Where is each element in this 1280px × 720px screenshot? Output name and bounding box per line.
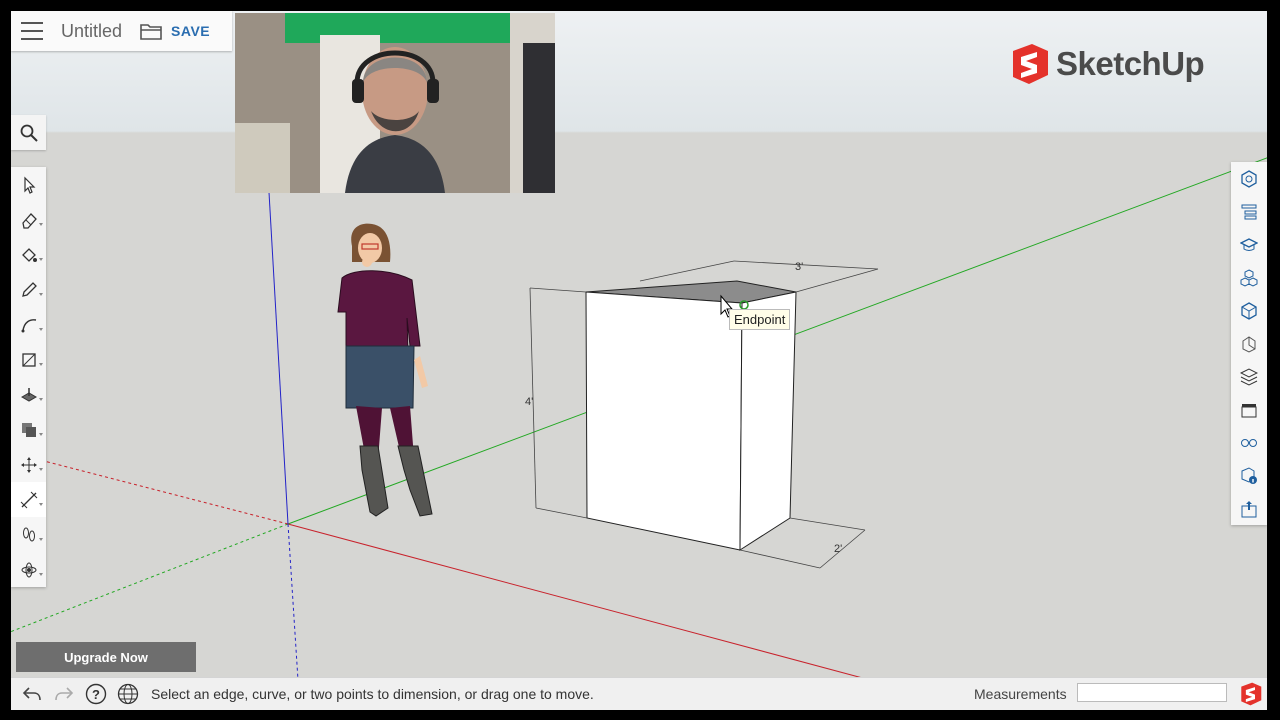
- outliner-button[interactable]: [1231, 196, 1267, 229]
- sketchup-small-logo-icon[interactable]: [1239, 682, 1263, 706]
- redo-button[interactable]: [53, 683, 75, 705]
- styles-icon: [1242, 336, 1256, 353]
- push-pull-icon: [20, 387, 37, 402]
- upgrade-now-button[interactable]: Upgrade Now: [16, 642, 196, 672]
- select-tool-button[interactable]: [11, 167, 46, 202]
- offset-icon: [21, 422, 36, 437]
- box-side-face: [739, 291, 797, 551]
- width-dimension-label: 3': [795, 261, 804, 273]
- paint-icon: [21, 247, 37, 262]
- webcam-overlay: [235, 13, 555, 193]
- model-info-icon: [1241, 467, 1257, 484]
- right-panel-toolbar: [1231, 162, 1267, 525]
- display-button[interactable]: [1231, 426, 1267, 459]
- layers-icon: [1240, 368, 1258, 386]
- move-icon: [20, 456, 37, 473]
- components-icon: [1240, 269, 1258, 287]
- dimension-icon: [20, 491, 37, 508]
- inference-tooltip: Endpoint: [729, 309, 791, 330]
- instructor-icon: [1240, 238, 1258, 252]
- red-axis: [287, 523, 871, 681]
- depth-dimension-label: 2': [834, 543, 843, 555]
- move-tool-button[interactable]: [11, 447, 46, 482]
- file-bar: Untitled SAVE: [11, 11, 232, 51]
- arrow-cursor-icon: [23, 176, 35, 194]
- box-front-face: [585, 291, 743, 551]
- glasses-icon: [1241, 438, 1257, 447]
- scenes-icon: [1241, 403, 1257, 418]
- styles-button[interactable]: [1231, 328, 1267, 361]
- materials-button[interactable]: [1231, 295, 1267, 328]
- orbit-icon: [21, 562, 36, 577]
- layers-button[interactable]: [1231, 360, 1267, 393]
- measurements-input[interactable]: [1077, 683, 1227, 702]
- height-dimension-label: 4': [525, 396, 534, 408]
- help-icon: ?: [85, 683, 107, 705]
- eraser-icon: [21, 212, 37, 229]
- rectangle-icon: [21, 352, 36, 367]
- paint-bucket-tool-button[interactable]: [11, 237, 46, 272]
- entity-info-button[interactable]: [1231, 163, 1267, 196]
- search-icon: [20, 124, 38, 142]
- svg-text:?: ?: [92, 687, 100, 702]
- sketchup-logo: SketchUp: [1010, 43, 1205, 85]
- offset-tool-button[interactable]: [11, 412, 46, 447]
- arc-icon: [21, 318, 36, 332]
- save-button[interactable]: SAVE: [171, 23, 210, 39]
- materials-icon: [1241, 302, 1257, 320]
- help-button[interactable]: ?: [85, 683, 107, 705]
- document-title[interactable]: Untitled: [61, 21, 122, 42]
- hamburger-menu-icon[interactable]: [21, 22, 43, 40]
- rectangle-tool-button[interactable]: [11, 342, 46, 377]
- pencil-icon: [21, 281, 37, 297]
- left-toolbar: [11, 167, 46, 587]
- open-folder-icon[interactable]: [140, 22, 162, 40]
- sketchup-logo-icon: [1013, 44, 1048, 84]
- sketchup-logo-text: SketchUp: [1056, 45, 1205, 82]
- orbit-tool-button[interactable]: [11, 552, 46, 587]
- components-button[interactable]: [1231, 262, 1267, 295]
- status-hint-text: Select an edge, curve, or two points to …: [151, 686, 594, 702]
- webcam-image: [235, 13, 555, 193]
- viewport[interactable]: 3' 4' 2' Endpoint: [11, 11, 1267, 709]
- dimension-tool-button[interactable]: [11, 482, 46, 517]
- undo-button[interactable]: [21, 683, 43, 705]
- red-axis-negative: [39, 459, 289, 525]
- push-pull-tool-button[interactable]: [11, 377, 46, 412]
- undo-icon: [22, 687, 41, 701]
- blue-axis: [265, 139, 289, 525]
- export-button[interactable]: [1231, 492, 1267, 525]
- walk-tool-button[interactable]: [11, 517, 46, 552]
- search-button[interactable]: [11, 115, 46, 150]
- language-button[interactable]: [117, 683, 139, 705]
- arc-tool-button[interactable]: [11, 307, 46, 342]
- status-bar: ? Select an edge, curve, or two points t…: [11, 677, 1267, 710]
- globe-icon: [117, 683, 139, 705]
- model-info-button[interactable]: [1231, 459, 1267, 492]
- footprints-icon: [22, 527, 35, 541]
- measurements-label: Measurements: [974, 686, 1067, 702]
- eraser-tool-button[interactable]: [11, 202, 46, 237]
- scenes-button[interactable]: [1231, 393, 1267, 426]
- redo-icon: [55, 687, 74, 701]
- blue-axis-negative: [287, 523, 299, 681]
- entity-info-icon: [1241, 170, 1257, 189]
- model-scene[interactable]: [11, 11, 1267, 709]
- line-tool-button[interactable]: [11, 272, 46, 307]
- green-axis-negative: [11, 523, 289, 633]
- export-icon: [1241, 500, 1257, 518]
- instructor-button[interactable]: [1231, 229, 1267, 262]
- person-figure: [337, 223, 433, 517]
- outliner-icon: [1241, 204, 1257, 220]
